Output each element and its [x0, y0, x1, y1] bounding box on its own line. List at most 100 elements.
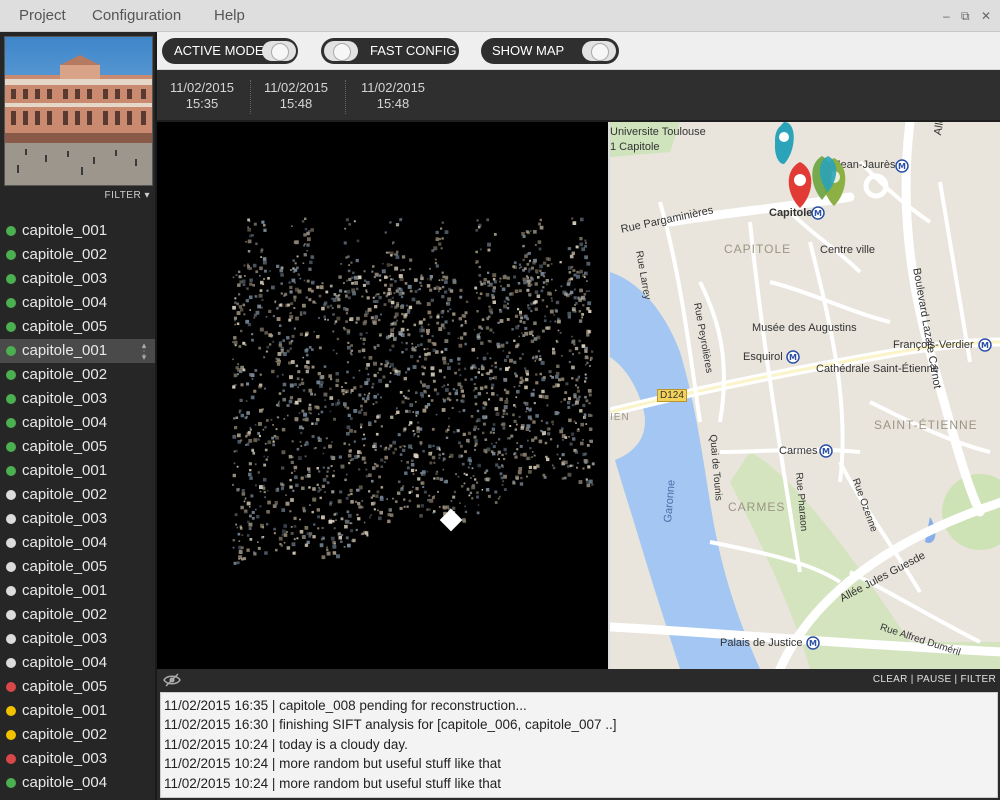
- file-name: capitole_001: [22, 222, 108, 239]
- file-list: capitole_001 capitole_002 capitole_003 capi…: [0, 219, 155, 795]
- file-list-item[interactable]: capitole_003: [0, 267, 155, 291]
- close-icon[interactable]: ✕: [981, 9, 991, 23]
- file-list-item[interactable]: capitole_002: [0, 603, 155, 627]
- file-name: capitole_002: [22, 246, 108, 263]
- log-line: 11/02/2015 10:24 | today is a cloudy day…: [164, 736, 408, 752]
- status-dot-icon: [6, 514, 16, 524]
- menu-configuration[interactable]: Configuration: [92, 7, 181, 24]
- log-line: 11/02/2015 16:30 | finishing SIFT analys…: [164, 717, 617, 733]
- file-list-item[interactable]: capitole_001: [0, 699, 155, 723]
- log-output[interactable]: 11/02/2015 16:35 | capitole_008 pending …: [160, 692, 998, 798]
- toggle-knob: [324, 41, 358, 61]
- file-list-item[interactable]: capitole_003: [0, 387, 155, 411]
- stamp-time: 15:35: [185, 96, 219, 111]
- map-pin-icon: [788, 162, 812, 208]
- clear-log-button[interactable]: CLEAR: [873, 674, 908, 685]
- file-name: capitole_001: [22, 342, 108, 359]
- file-name: capitole_003: [22, 270, 108, 287]
- file-name: capitole_005: [22, 438, 108, 455]
- file-list-item[interactable]: capitole_003: [0, 627, 155, 651]
- file-name: capitole_003: [22, 750, 108, 767]
- hide-log-icon[interactable]: [163, 673, 181, 687]
- restore-icon[interactable]: ⧉: [961, 9, 970, 24]
- drag-handle-icon[interactable]: ▴ ⋮ ▾: [139, 341, 149, 362]
- active-mode-toggle[interactable]: ACTIVE MODE: [162, 38, 298, 64]
- status-dot-icon: [6, 274, 16, 284]
- timeline-stamp[interactable]: 11/02/2015 15:48: [358, 80, 428, 112]
- stamp-time: 15:48: [279, 96, 313, 111]
- timeline-separator: [345, 80, 346, 114]
- file-list-item[interactable]: capitole_005: [0, 555, 155, 579]
- status-dot-icon: [6, 706, 16, 716]
- file-list-item[interactable]: capitole_002: [0, 483, 155, 507]
- file-list-item[interactable]: capitole_002: [0, 243, 155, 267]
- status-dot-icon: [6, 658, 16, 668]
- file-name: capitole_003: [22, 390, 108, 407]
- status-dot-icon: [6, 226, 16, 236]
- file-list-item[interactable]: capitole_001: [0, 219, 155, 243]
- timeline-stamp[interactable]: 11/02/2015 15:35: [167, 80, 237, 112]
- file-list-item[interactable]: capitole_001: [0, 579, 155, 603]
- file-list-item[interactable]: capitole_001: [0, 459, 155, 483]
- fast-config-label: FAST CONFIG: [370, 43, 457, 58]
- file-list-item[interactable]: capitole_004: [0, 411, 155, 435]
- file-list-item[interactable]: capitole_003: [0, 747, 155, 771]
- file-name: capitole_005: [22, 318, 108, 335]
- filter-log-button[interactable]: FILTER: [960, 674, 996, 685]
- file-list-item[interactable]: capitole_002: [0, 723, 155, 747]
- file-list-item[interactable]: capitole_004: [0, 291, 155, 315]
- point-cloud-viewport[interactable]: [157, 122, 608, 669]
- stamp-date: 11/02/2015: [263, 80, 329, 95]
- file-list-item[interactable]: capitole_003: [0, 507, 155, 531]
- file-list-item[interactable]: capitole_005: [0, 435, 155, 459]
- stamp-time: 15:48: [376, 96, 410, 111]
- timeline-stamp[interactable]: 11/02/2015 15:48: [261, 80, 331, 112]
- file-name: capitole_003: [22, 630, 108, 647]
- file-list-item[interactable]: capitole_004: [0, 651, 155, 675]
- status-dot-icon: [6, 418, 16, 428]
- status-dot-icon: [6, 298, 16, 308]
- stamp-date: 11/02/2015: [360, 80, 426, 95]
- status-dot-icon: [6, 586, 16, 596]
- file-list-item[interactable]: capitole_002: [0, 363, 155, 387]
- status-dot-icon: [6, 538, 16, 548]
- file-name: capitole_002: [22, 366, 108, 383]
- file-list-item[interactable]: capitole_004: [0, 771, 155, 795]
- menu-project[interactable]: Project: [19, 7, 66, 24]
- minimize-icon[interactable]: –: [943, 9, 950, 23]
- status-dot-icon: [6, 322, 16, 332]
- preview-thumbnail[interactable]: [4, 36, 153, 186]
- status-dot-icon: [6, 562, 16, 572]
- file-list-item[interactable]: capitole_005: [0, 675, 155, 699]
- menu-bar: Project Configuration Help – ⧉ ✕: [0, 0, 1000, 32]
- file-name: capitole_001: [22, 462, 108, 479]
- status-dot-icon: [6, 634, 16, 644]
- file-list-item[interactable]: capitole_004: [0, 531, 155, 555]
- file-name: capitole_002: [22, 726, 108, 743]
- show-map-toggle[interactable]: SHOW MAP: [481, 38, 619, 64]
- pause-log-button[interactable]: PAUSE: [917, 674, 952, 685]
- status-dot-icon: [6, 778, 16, 788]
- toggle-knob: [262, 41, 296, 61]
- file-name: capitole_004: [22, 534, 108, 551]
- sidebar: FILTER ▾ capitole_001 capitole_002 capitol…: [0, 32, 157, 800]
- status-dot-icon: [6, 754, 16, 764]
- file-list-item[interactable]: capitole_001 ▴ ⋮ ▾: [0, 339, 155, 363]
- map-view[interactable]: Universite Toulouse 1 Capitole Jean-Jaur…: [608, 122, 1000, 669]
- fast-config-toggle[interactable]: FAST CONFIG: [321, 38, 459, 64]
- status-dot-icon: [6, 346, 16, 356]
- status-dot-icon: [6, 250, 16, 260]
- status-dot-icon: [6, 442, 16, 452]
- status-dot-icon: [6, 610, 16, 620]
- timeline: 11/02/2015 15:35 11/02/2015 15:48 11/02/…: [157, 70, 1000, 122]
- log-line: 11/02/2015 16:35 | capitole_008 pending …: [164, 698, 527, 713]
- status-dot-icon: [6, 370, 16, 380]
- file-list-item[interactable]: capitole_005: [0, 315, 155, 339]
- file-name: capitole_004: [22, 774, 108, 791]
- active-mode-label: ACTIVE MODE: [174, 43, 264, 58]
- thumbnail-filter-dropdown[interactable]: FILTER ▾: [0, 190, 150, 201]
- menu-help[interactable]: Help: [214, 7, 245, 24]
- toolbar: ACTIVE MODE FAST CONFIG SHOW MAP: [157, 32, 1000, 70]
- timeline-separator: [250, 80, 251, 114]
- file-name: capitole_001: [22, 702, 108, 719]
